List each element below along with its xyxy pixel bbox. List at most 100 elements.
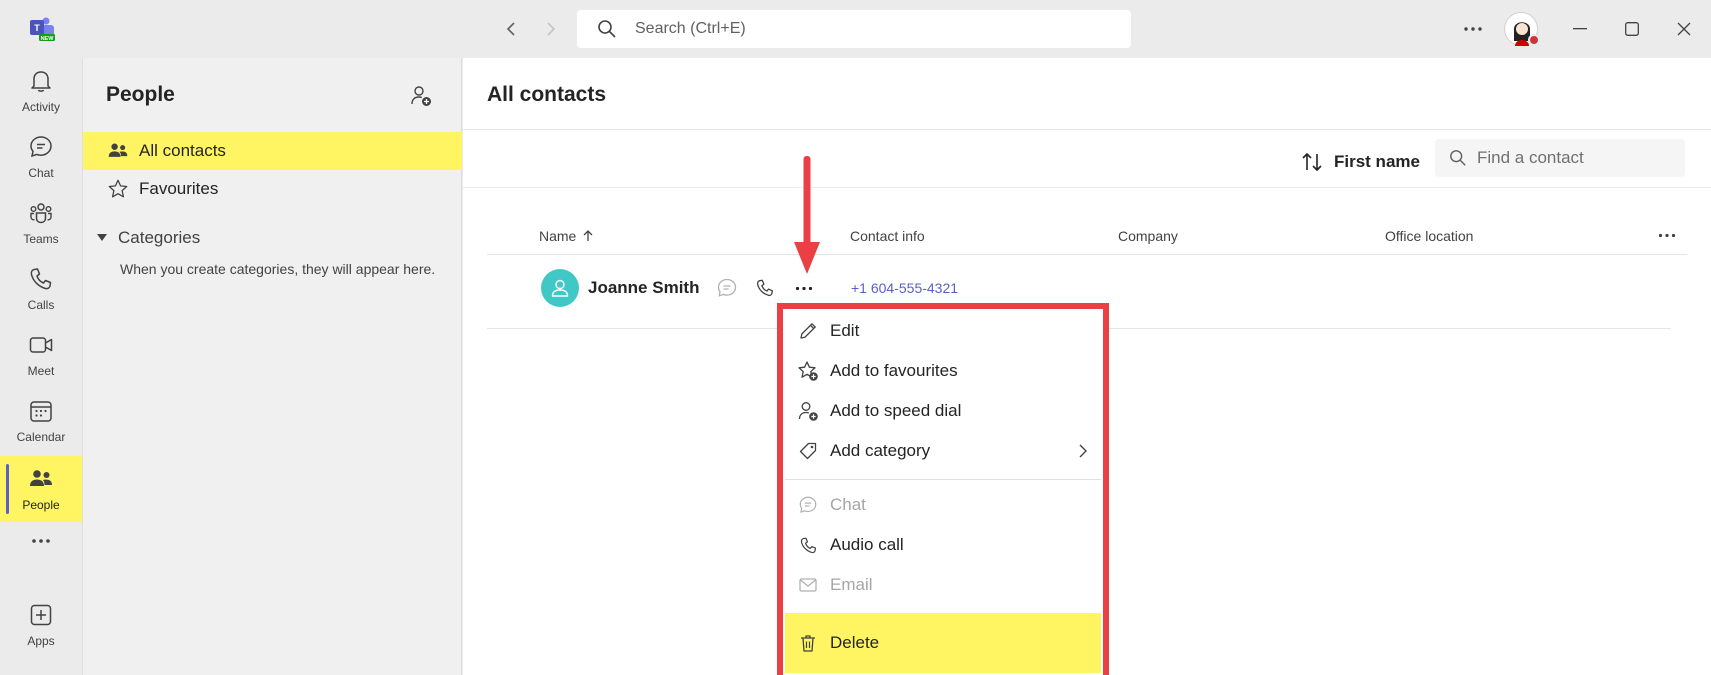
contact-context-menu: Edit Add to favourites Add to speed dial…	[785, 311, 1101, 675]
menu-item-chat[interactable]: Chat	[785, 487, 1101, 523]
title-bar: T NEW Search (Ctrl+E)	[0, 0, 1711, 58]
back-button[interactable]	[498, 16, 524, 42]
new-badge: NEW	[41, 36, 55, 42]
chevron-left-icon	[506, 22, 515, 36]
categories-label: Categories	[118, 228, 201, 247]
nav-favourites[interactable]: Favourites	[83, 170, 462, 208]
chat-icon	[797, 494, 819, 516]
svg-text:T: T	[34, 23, 40, 33]
people-panel: People All contacts Favourites Categorie…	[82, 58, 462, 675]
profile-avatar[interactable]	[1504, 12, 1540, 46]
more-horizontal-icon	[32, 539, 50, 543]
chevron-right-icon	[1079, 444, 1087, 458]
nav-all-contacts[interactable]: All contacts	[83, 132, 462, 170]
menu-item-add-to-speed-dial[interactable]: Add to speed dial	[785, 393, 1101, 429]
teams-icon	[30, 203, 52, 224]
tag-icon	[797, 440, 819, 462]
divider	[463, 187, 1711, 188]
menu-separator	[785, 479, 1101, 480]
search-bar[interactable]: Search (Ctrl+E)	[577, 10, 1131, 48]
contact-avatar[interactable]	[541, 269, 579, 307]
categories-hint: When you create categories, they will ap…	[120, 261, 436, 277]
column-header-contact-info[interactable]: Contact info	[850, 228, 925, 244]
divider	[463, 129, 1711, 130]
nav-label: Favourites	[139, 179, 219, 198]
categories-toggle[interactable]: Categories	[95, 228, 200, 248]
apps-icon	[30, 604, 52, 626]
rail-item-activity[interactable]: Activity	[0, 58, 82, 124]
menu-item-edit[interactable]: Edit	[785, 313, 1101, 349]
menu-item-add-to-favourites[interactable]: Add to favourites	[785, 353, 1101, 389]
annotation-arrow-icon	[794, 156, 820, 274]
more-horizontal-icon	[1464, 27, 1482, 31]
star-icon	[108, 179, 128, 198]
rail-label: Teams	[23, 232, 59, 246]
column-header-office-location[interactable]: Office location	[1385, 228, 1473, 244]
trash-icon	[797, 632, 819, 654]
search-icon	[598, 20, 616, 38]
rail-item-apps[interactable]: Apps	[0, 592, 82, 658]
rail-more-apps-button[interactable]	[0, 522, 82, 560]
app-rail: Activity Chat Teams Calls Meet Calendar …	[0, 58, 82, 675]
forward-button[interactable]	[538, 16, 564, 42]
column-header-company[interactable]: Company	[1118, 228, 1178, 244]
nav-label: All contacts	[139, 141, 226, 160]
find-contact-placeholder: Find a contact	[1477, 148, 1584, 167]
mail-icon	[797, 574, 819, 596]
teams-logo-icon[interactable]: T NEW	[28, 16, 56, 42]
contact-more-options-button[interactable]	[792, 276, 816, 300]
chat-icon	[30, 136, 52, 158]
people-icon	[30, 470, 52, 486]
rail-item-teams[interactable]: Teams	[0, 190, 82, 256]
rail-label: Calendar	[16, 430, 66, 444]
column-options-button[interactable]	[1655, 224, 1679, 246]
menu-item-delete[interactable]: Delete	[785, 613, 1101, 673]
rail-item-meet[interactable]: Meet	[0, 322, 82, 388]
panel-title: People	[106, 83, 175, 106]
search-placeholder: Search (Ctrl+E)	[635, 20, 746, 37]
search-icon	[1450, 150, 1466, 166]
minimize-button[interactable]	[1566, 16, 1594, 42]
pencil-icon	[797, 320, 819, 342]
column-header-name[interactable]: Name	[539, 228, 595, 244]
rail-item-people[interactable]: People	[0, 456, 82, 522]
close-icon	[1677, 22, 1691, 36]
contact-name[interactable]: Joanne Smith	[588, 278, 699, 298]
phone-icon	[756, 279, 773, 297]
phone-icon	[30, 268, 52, 290]
calendar-icon	[30, 401, 52, 422]
contact-chat-button[interactable]	[715, 276, 739, 300]
star-add-icon	[797, 360, 819, 382]
find-contact-input[interactable]: Find a contact	[1435, 139, 1685, 177]
rail-item-calls[interactable]: Calls	[0, 256, 82, 322]
menu-item-audio-call[interactable]: Audio call	[785, 527, 1101, 563]
maximize-button[interactable]	[1618, 16, 1646, 42]
rail-label: People	[22, 498, 60, 512]
rail-label: Activity	[21, 100, 60, 114]
menu-item-add-category[interactable]: Add category	[785, 433, 1101, 469]
page-title: All contacts	[487, 83, 607, 106]
divider	[487, 254, 1687, 255]
more-horizontal-icon	[795, 286, 813, 290]
menu-item-email[interactable]: Email	[785, 567, 1101, 603]
chat-icon	[717, 278, 737, 297]
rail-label: Meet	[27, 364, 55, 378]
settings-more-button[interactable]	[1460, 16, 1486, 42]
rail-item-calendar[interactable]: Calendar	[0, 388, 82, 454]
bell-icon	[31, 71, 51, 92]
presence-busy-indicator	[1528, 34, 1540, 46]
arrow-up-icon	[583, 230, 593, 241]
close-button[interactable]	[1670, 16, 1698, 42]
contact-call-button[interactable]	[753, 276, 777, 300]
people-icon	[108, 143, 128, 157]
minimize-icon	[1573, 28, 1587, 30]
rail-item-chat[interactable]: Chat	[0, 124, 82, 190]
person-icon	[551, 279, 569, 297]
more-horizontal-icon	[1658, 233, 1676, 237]
sort-button[interactable]: First name	[1300, 145, 1420, 179]
add-contact-button[interactable]	[407, 82, 435, 110]
caret-down-icon	[97, 234, 107, 241]
sort-label: First name	[1334, 152, 1420, 171]
contact-phone-link[interactable]: +1 604-555-4321	[851, 280, 958, 296]
rail-label: Calls	[27, 298, 55, 312]
